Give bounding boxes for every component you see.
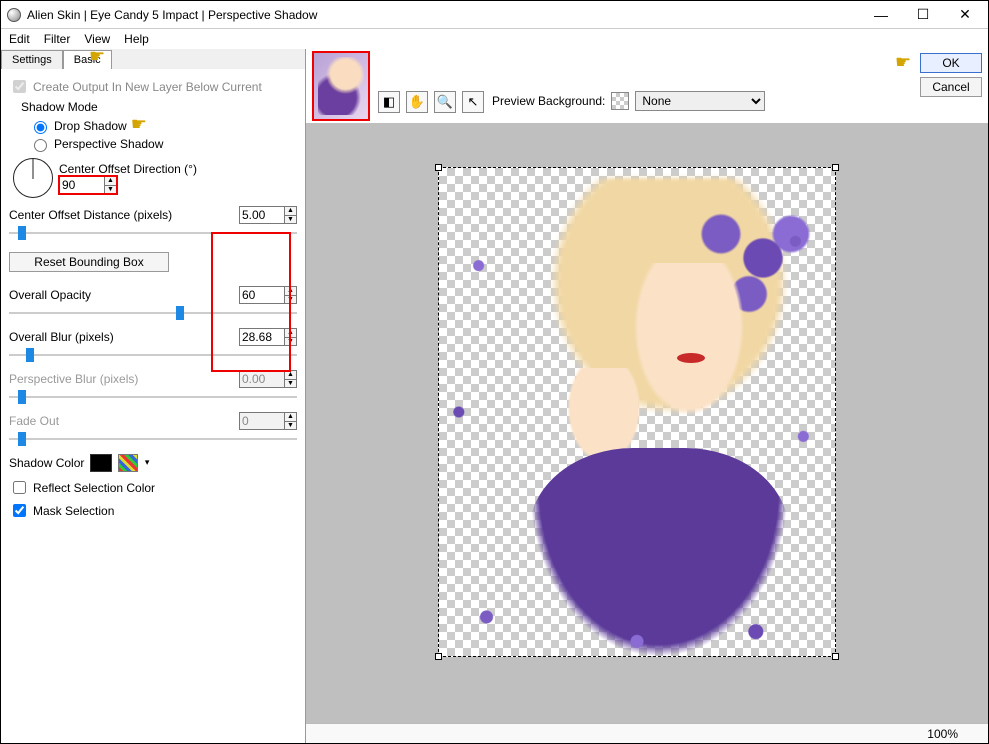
shadow-color-label: Shadow Color	[9, 456, 84, 470]
fade-out-input: ▲▼	[239, 412, 297, 430]
color-palette-dropdown[interactable]	[118, 454, 138, 472]
overall-blur-label: Overall Blur (pixels)	[9, 330, 239, 344]
reflect-selection-label: Reflect Selection Color	[33, 481, 155, 495]
resize-handle[interactable]	[832, 164, 839, 171]
preview-bg-label: Preview Background:	[492, 94, 605, 108]
close-button[interactable]: ✕	[944, 2, 986, 28]
center-offset-distance-slider[interactable]	[9, 226, 297, 240]
zoom-tool-icon[interactable]: 🔍	[434, 91, 456, 113]
perspective-shadow-label: Perspective Shadow	[54, 137, 163, 151]
shadow-color-swatch[interactable]	[90, 454, 112, 472]
overall-opacity-slider[interactable]	[9, 306, 297, 320]
direction-dial[interactable]	[13, 158, 53, 198]
shadow-mode-label: Shadow Mode	[21, 100, 297, 114]
menu-filter[interactable]: Filter	[44, 32, 71, 46]
center-offset-direction-input[interactable]: ▲▼	[59, 176, 117, 194]
app-icon	[7, 8, 21, 22]
basic-panel: Create Output In New Layer Below Current…	[1, 69, 305, 743]
preview-subject	[439, 168, 835, 656]
reset-bounding-box-button[interactable]: Reset Bounding Box	[9, 252, 169, 272]
menu-help[interactable]: Help	[124, 32, 149, 46]
overall-blur-slider[interactable]	[9, 348, 297, 362]
menu-view[interactable]: View	[84, 32, 110, 46]
preview-bg-select[interactable]: None	[635, 91, 765, 111]
drop-shadow-label: Drop Shadow	[54, 119, 127, 133]
spin-down-icon[interactable]: ▼	[104, 185, 116, 194]
center-offset-distance-input[interactable]: ▲▼	[239, 206, 297, 224]
perspective-shadow-radio[interactable]	[34, 139, 47, 152]
hand-tool-icon[interactable]: ✋	[406, 91, 428, 113]
mask-selection-label: Mask Selection	[33, 504, 114, 518]
reflect-selection-checkbox[interactable]: Reflect Selection Color	[9, 478, 297, 497]
center-offset-distance-label: Center Offset Distance (pixels)	[9, 208, 239, 222]
cancel-button[interactable]: Cancel	[920, 77, 982, 97]
center-offset-direction-label: Center Offset Direction (°)	[59, 162, 197, 176]
minimize-button[interactable]: —	[860, 2, 902, 28]
overall-blur-input[interactable]: ▲▼	[239, 328, 297, 346]
perspective-blur-slider	[9, 390, 297, 404]
app-window: Alien Skin | Eye Candy 5 Impact | Perspe…	[0, 0, 989, 744]
perspective-blur-input: ▲▼	[239, 370, 297, 388]
fade-out-slider	[9, 432, 297, 446]
checker-icon	[611, 92, 629, 110]
menu-edit[interactable]: Edit	[9, 32, 30, 46]
pointer-icon	[131, 119, 153, 133]
perspective-blur-label: Perspective Blur (pixels)	[9, 372, 239, 386]
create-output-checkbox[interactable]: Create Output In New Layer Below Current	[9, 77, 297, 96]
pointer-icon	[895, 57, 917, 71]
pointer-tool-icon[interactable]: ↖	[462, 91, 484, 113]
preset-thumbnail[interactable]	[312, 51, 370, 121]
main-column: ◧ ✋ 🔍 ↖ Preview Background: None OK	[306, 49, 988, 743]
titlebar: Alien Skin | Eye Candy 5 Impact | Perspe…	[1, 1, 988, 29]
tab-settings[interactable]: Settings	[1, 50, 63, 69]
overall-opacity-label: Overall Opacity	[9, 288, 239, 302]
resize-handle[interactable]	[832, 653, 839, 660]
resize-handle[interactable]	[435, 653, 442, 660]
status-bar: 100%	[306, 723, 988, 743]
preview-canvas[interactable]	[306, 123, 988, 723]
ok-button[interactable]: OK	[920, 53, 982, 73]
overall-opacity-input[interactable]: ▲▼	[239, 286, 297, 304]
spin-up-icon[interactable]: ▲	[104, 177, 116, 185]
color-toggle-icon[interactable]: ◧	[378, 91, 400, 113]
sidebar: Settings Basic Create Output In New Laye…	[1, 49, 306, 743]
pointer-icon	[89, 51, 111, 65]
preview-image[interactable]	[438, 167, 836, 657]
zoom-level: 100%	[927, 727, 958, 741]
window-title: Alien Skin | Eye Candy 5 Impact | Perspe…	[27, 8, 860, 22]
drop-shadow-radio[interactable]	[34, 121, 47, 134]
resize-handle[interactable]	[435, 164, 442, 171]
fade-out-label: Fade Out	[9, 414, 239, 428]
maximize-button[interactable]: ☐	[902, 2, 944, 28]
create-output-label: Create Output In New Layer Below Current	[33, 80, 262, 94]
mask-selection-checkbox[interactable]: Mask Selection	[9, 501, 297, 520]
menu-bar: Edit Filter View Help	[1, 29, 988, 49]
